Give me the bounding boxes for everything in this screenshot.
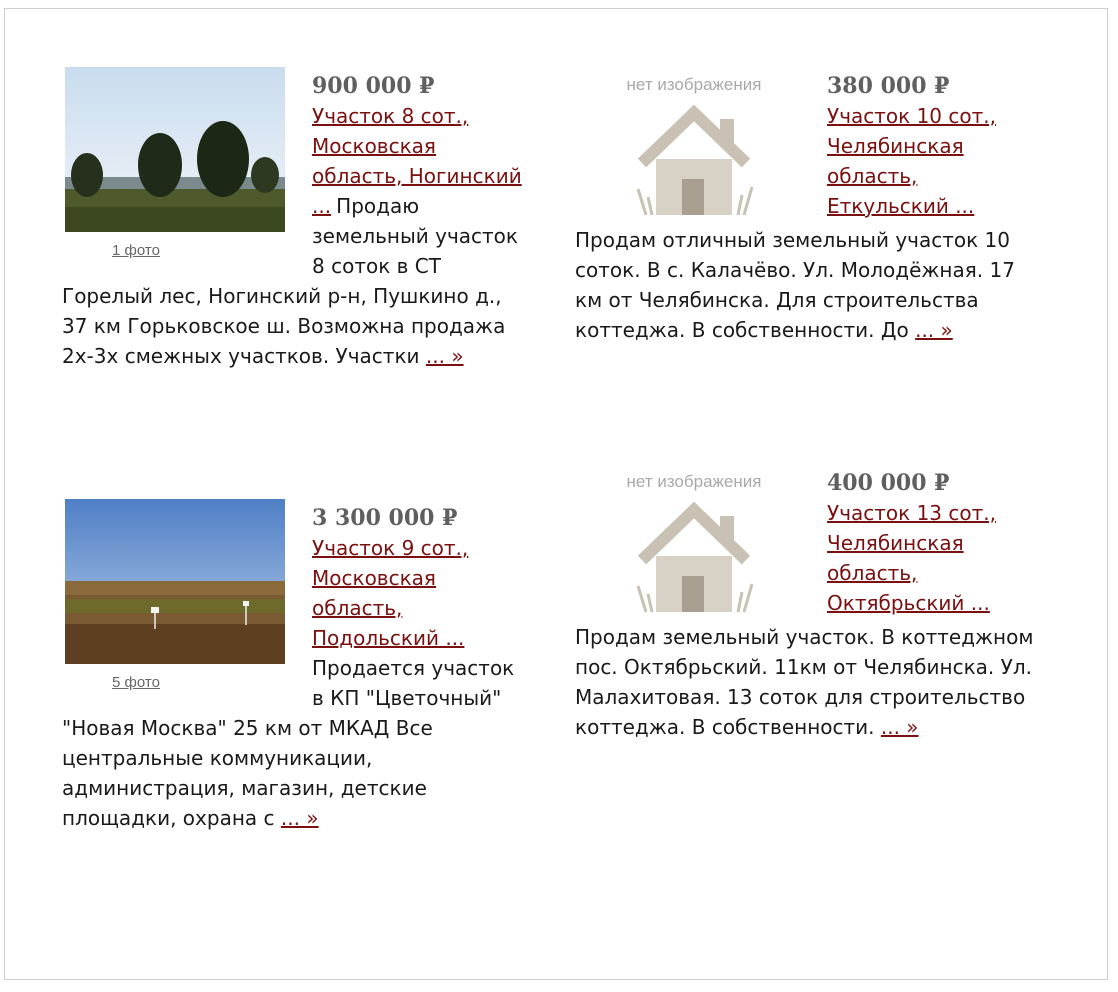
no-image-label: нет изображения: [626, 472, 762, 491]
listing-card: нет изображения 400 000 ₽ Участок 13 сот…: [575, 464, 1045, 742]
read-more-link[interactable]: ... »: [281, 806, 319, 830]
photo-count-link[interactable]: 1 фото: [112, 242, 160, 259]
listing-card: 1 фото 900 000 ₽ Участок 8 сот., Московс…: [62, 67, 532, 371]
listings-panel: 1 фото 900 000 ₽ Участок 8 сот., Московс…: [4, 8, 1108, 980]
photo-count-link[interactable]: 5 фото: [112, 674, 160, 691]
house-placeholder-icon: [636, 501, 754, 613]
listing-description: Продам отличный земельный участок 10 сот…: [575, 225, 1045, 345]
listing-thumbnail[interactable]: нет изображения: [575, 67, 813, 219]
read-more-link[interactable]: ... »: [881, 715, 919, 739]
listing-photo[interactable]: [65, 67, 285, 232]
listing-card: 5 фото 3 300 000 ₽ Участок 9 сот., Моско…: [62, 499, 532, 833]
listing-description-text: Продам земельный участок. В коттеджном п…: [575, 625, 1034, 739]
listing-title-link[interactable]: Участок 9 сот., Московская область, Подо…: [312, 536, 468, 650]
read-more-link[interactable]: ... »: [915, 318, 953, 342]
listing-thumbnail[interactable]: 5 фото: [62, 499, 290, 691]
house-placeholder-icon: [636, 104, 754, 216]
listing-description: Продам земельный участок. В коттеджном п…: [575, 622, 1045, 742]
listing-title-link[interactable]: Участок 13 сот., Челябинская область, Ок…: [827, 501, 996, 615]
listing-title-link[interactable]: Участок 10 сот., Челябинская область, Ет…: [827, 104, 996, 218]
no-image-label: нет изображения: [626, 75, 762, 94]
listing-thumbnail[interactable]: нет изображения: [575, 464, 813, 616]
listing-thumbnail[interactable]: 1 фото: [62, 67, 290, 259]
read-more-link[interactable]: ... »: [426, 344, 464, 368]
listing-card: нет изображения 380 000 ₽ Участок 10 сот…: [575, 67, 1045, 345]
listing-photo[interactable]: [65, 499, 285, 664]
